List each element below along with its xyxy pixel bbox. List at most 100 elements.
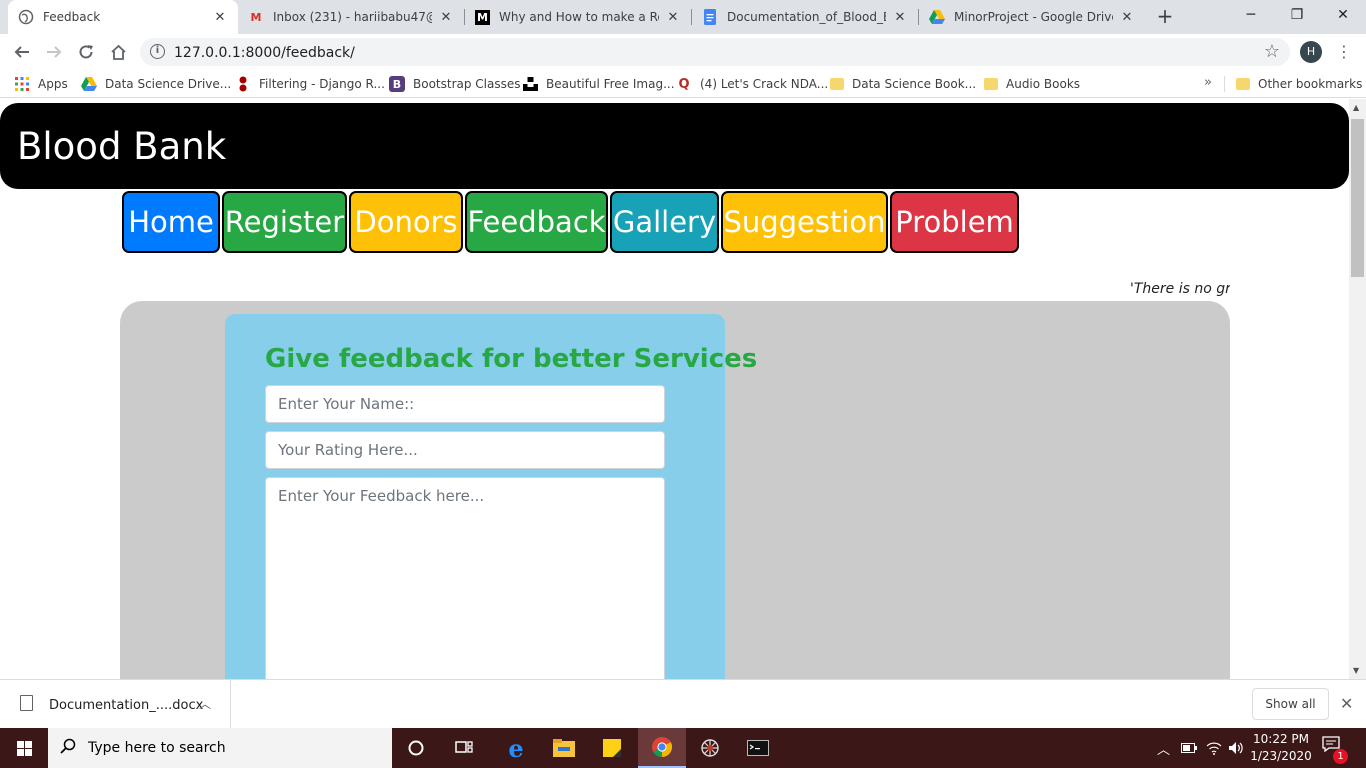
- page-scrollbar[interactable]: ▲ ▼: [1349, 99, 1366, 679]
- tab-medium[interactable]: M Why and How to make a Requ ✕: [465, 0, 691, 34]
- terminal-icon: [747, 740, 769, 756]
- back-button[interactable]: [8, 38, 36, 66]
- nav-gallery[interactable]: Gallery: [610, 191, 719, 253]
- scroll-up-icon[interactable]: ▲: [1353, 103, 1359, 112]
- nav-suggestion[interactable]: Suggestion: [721, 191, 888, 253]
- drive-icon: [81, 76, 97, 92]
- docs-icon: [702, 9, 718, 25]
- nav-home[interactable]: Home: [122, 191, 220, 253]
- edge-button[interactable]: e: [492, 728, 540, 768]
- reload-button[interactable]: [72, 38, 100, 66]
- bookmark-beautiful-free-images[interactable]: Beautiful Free Imag...: [522, 76, 675, 92]
- bookmark-audio-books[interactable]: Audio Books: [984, 76, 1080, 92]
- search-icon: [60, 738, 76, 758]
- start-button[interactable]: [0, 728, 48, 768]
- browser-tabstrip: Feedback ✕ M Inbox (231) - hariibabu47@g…: [0, 0, 1366, 34]
- close-icon[interactable]: ✕: [665, 10, 681, 25]
- show-all-button[interactable]: Show all: [1252, 688, 1329, 720]
- nav-register[interactable]: Register: [222, 191, 347, 253]
- close-icon[interactable]: ✕: [212, 10, 228, 25]
- battery-icon[interactable]: [1181, 728, 1197, 768]
- menu-icon[interactable]: ⋮: [1336, 42, 1352, 62]
- more-bookmarks-button[interactable]: »: [1204, 75, 1212, 90]
- bookmark-label: (4) Let's Crack NDA...: [700, 77, 829, 91]
- globe-icon: [18, 9, 34, 25]
- home-button[interactable]: [104, 38, 132, 66]
- browser-toolbar: i 127.0.0.1:8000/feedback/ ☆ H ⋮: [0, 34, 1366, 70]
- bookmark-apps[interactable]: Apps: [14, 76, 68, 92]
- close-icon[interactable]: ✕: [892, 10, 908, 25]
- info-icon[interactable]: i: [150, 44, 165, 59]
- sticky-notes-button[interactable]: [588, 728, 636, 768]
- new-tab-button[interactable]: +: [1154, 5, 1176, 27]
- bookmark-label: Other bookmarks: [1258, 77, 1363, 91]
- site-nav: Home Register Donors Feedback Gallery Su…: [122, 191, 1019, 255]
- bookmark-filtering-django[interactable]: Filtering - Django R...: [235, 76, 385, 92]
- windows-taskbar: Type here to search e ︿ 10:22 PM 1/23/20…: [0, 728, 1366, 768]
- marquee-text: 'There is no gre: [1130, 281, 1230, 297]
- app-button[interactable]: [686, 728, 734, 768]
- bookmark-lets-crack-nda[interactable]: Q (4) Let's Crack NDA...: [676, 76, 828, 92]
- tray-chevron-up-icon[interactable]: ︿: [1157, 728, 1170, 768]
- apps-grid-icon: [14, 76, 30, 92]
- bootstrap-icon: B: [389, 76, 405, 92]
- page-viewport: Blood Bank Home Register Donors Feedback…: [0, 99, 1349, 679]
- chevron-up-icon[interactable]: ︿: [199, 695, 211, 712]
- folder-icon: [1236, 78, 1250, 90]
- arrow-right-icon: [47, 46, 62, 58]
- avatar[interactable]: H: [1300, 41, 1322, 63]
- nav-donors[interactable]: Donors: [349, 191, 463, 253]
- name-field[interactable]: [265, 385, 665, 423]
- minimize-button[interactable]: ─: [1228, 0, 1274, 30]
- file-explorer-button[interactable]: [540, 728, 588, 768]
- bookmarks-bar: Apps Data Science Drive... Filtering - D…: [0, 70, 1366, 98]
- feedback-textarea[interactable]: [265, 477, 665, 679]
- task-view-icon: [455, 741, 473, 753]
- tab-docs[interactable]: Documentation_of_Blood_Bank ✕: [692, 0, 918, 34]
- windows-icon: [16, 740, 32, 756]
- wifi-icon[interactable]: [1206, 728, 1222, 768]
- chrome-button[interactable]: [638, 728, 686, 768]
- star-icon[interactable]: ☆: [1264, 41, 1280, 62]
- restore-button[interactable]: ❐: [1274, 0, 1320, 30]
- task-view-button[interactable]: [440, 728, 488, 768]
- tab-feedback[interactable]: Feedback ✕: [8, 0, 238, 34]
- tab-drive[interactable]: MinorProject - Google Drive ✕: [919, 0, 1145, 34]
- close-icon[interactable]: ✕: [1119, 10, 1135, 25]
- bookmark-label: Apps: [38, 77, 68, 91]
- nav-feedback[interactable]: Feedback: [465, 191, 608, 253]
- download-item[interactable]: Documentation_....docx ︿: [0, 680, 231, 728]
- other-bookmarks[interactable]: Other bookmarks: [1236, 76, 1362, 92]
- close-icon[interactable]: ✕: [438, 10, 454, 25]
- sticky-notes-icon: [603, 739, 621, 757]
- taskbar-search[interactable]: Type here to search: [48, 728, 392, 768]
- clock-time: 10:22 PM: [1253, 732, 1309, 746]
- terminal-button[interactable]: [734, 728, 782, 768]
- django-icon: [235, 76, 251, 92]
- scroll-down-icon[interactable]: ▼: [1353, 666, 1359, 675]
- bookmark-label: Beautiful Free Imag...: [546, 77, 675, 91]
- close-window-button[interactable]: ✕: [1320, 0, 1366, 30]
- download-file-name: Documentation_....docx: [49, 698, 204, 713]
- bookmark-data-science-drive[interactable]: Data Science Drive...: [81, 76, 231, 92]
- close-icon[interactable]: ✕: [1340, 694, 1353, 713]
- bookmark-data-science-books[interactable]: Data Science Book...: [830, 76, 976, 92]
- tab-title: Why and How to make a Requ: [499, 10, 659, 24]
- quora-icon: Q: [678, 76, 690, 92]
- cortana-button[interactable]: [392, 728, 440, 768]
- drive-icon: [929, 9, 945, 25]
- form-heading: Give feedback for better Services: [265, 344, 758, 374]
- tab-title: MinorProject - Google Drive: [954, 10, 1113, 24]
- system-clock[interactable]: 10:22 PM 1/23/2020: [1250, 731, 1312, 765]
- cortana-icon: [408, 740, 424, 756]
- address-bar[interactable]: i 127.0.0.1:8000/feedback/ ☆: [140, 38, 1290, 66]
- tab-gmail[interactable]: M Inbox (231) - hariibabu47@gm ✕: [238, 0, 464, 34]
- nav-problem[interactable]: Problem: [890, 191, 1019, 253]
- rating-field[interactable]: [265, 431, 665, 469]
- page-title: Blood Bank: [17, 125, 227, 168]
- home-icon: [110, 44, 126, 60]
- scrollbar-thumb[interactable]: [1351, 119, 1364, 277]
- forward-button[interactable]: [40, 38, 68, 66]
- bookmark-bootstrap-classes[interactable]: B Bootstrap Classes: [389, 76, 521, 92]
- volume-icon[interactable]: [1228, 728, 1244, 768]
